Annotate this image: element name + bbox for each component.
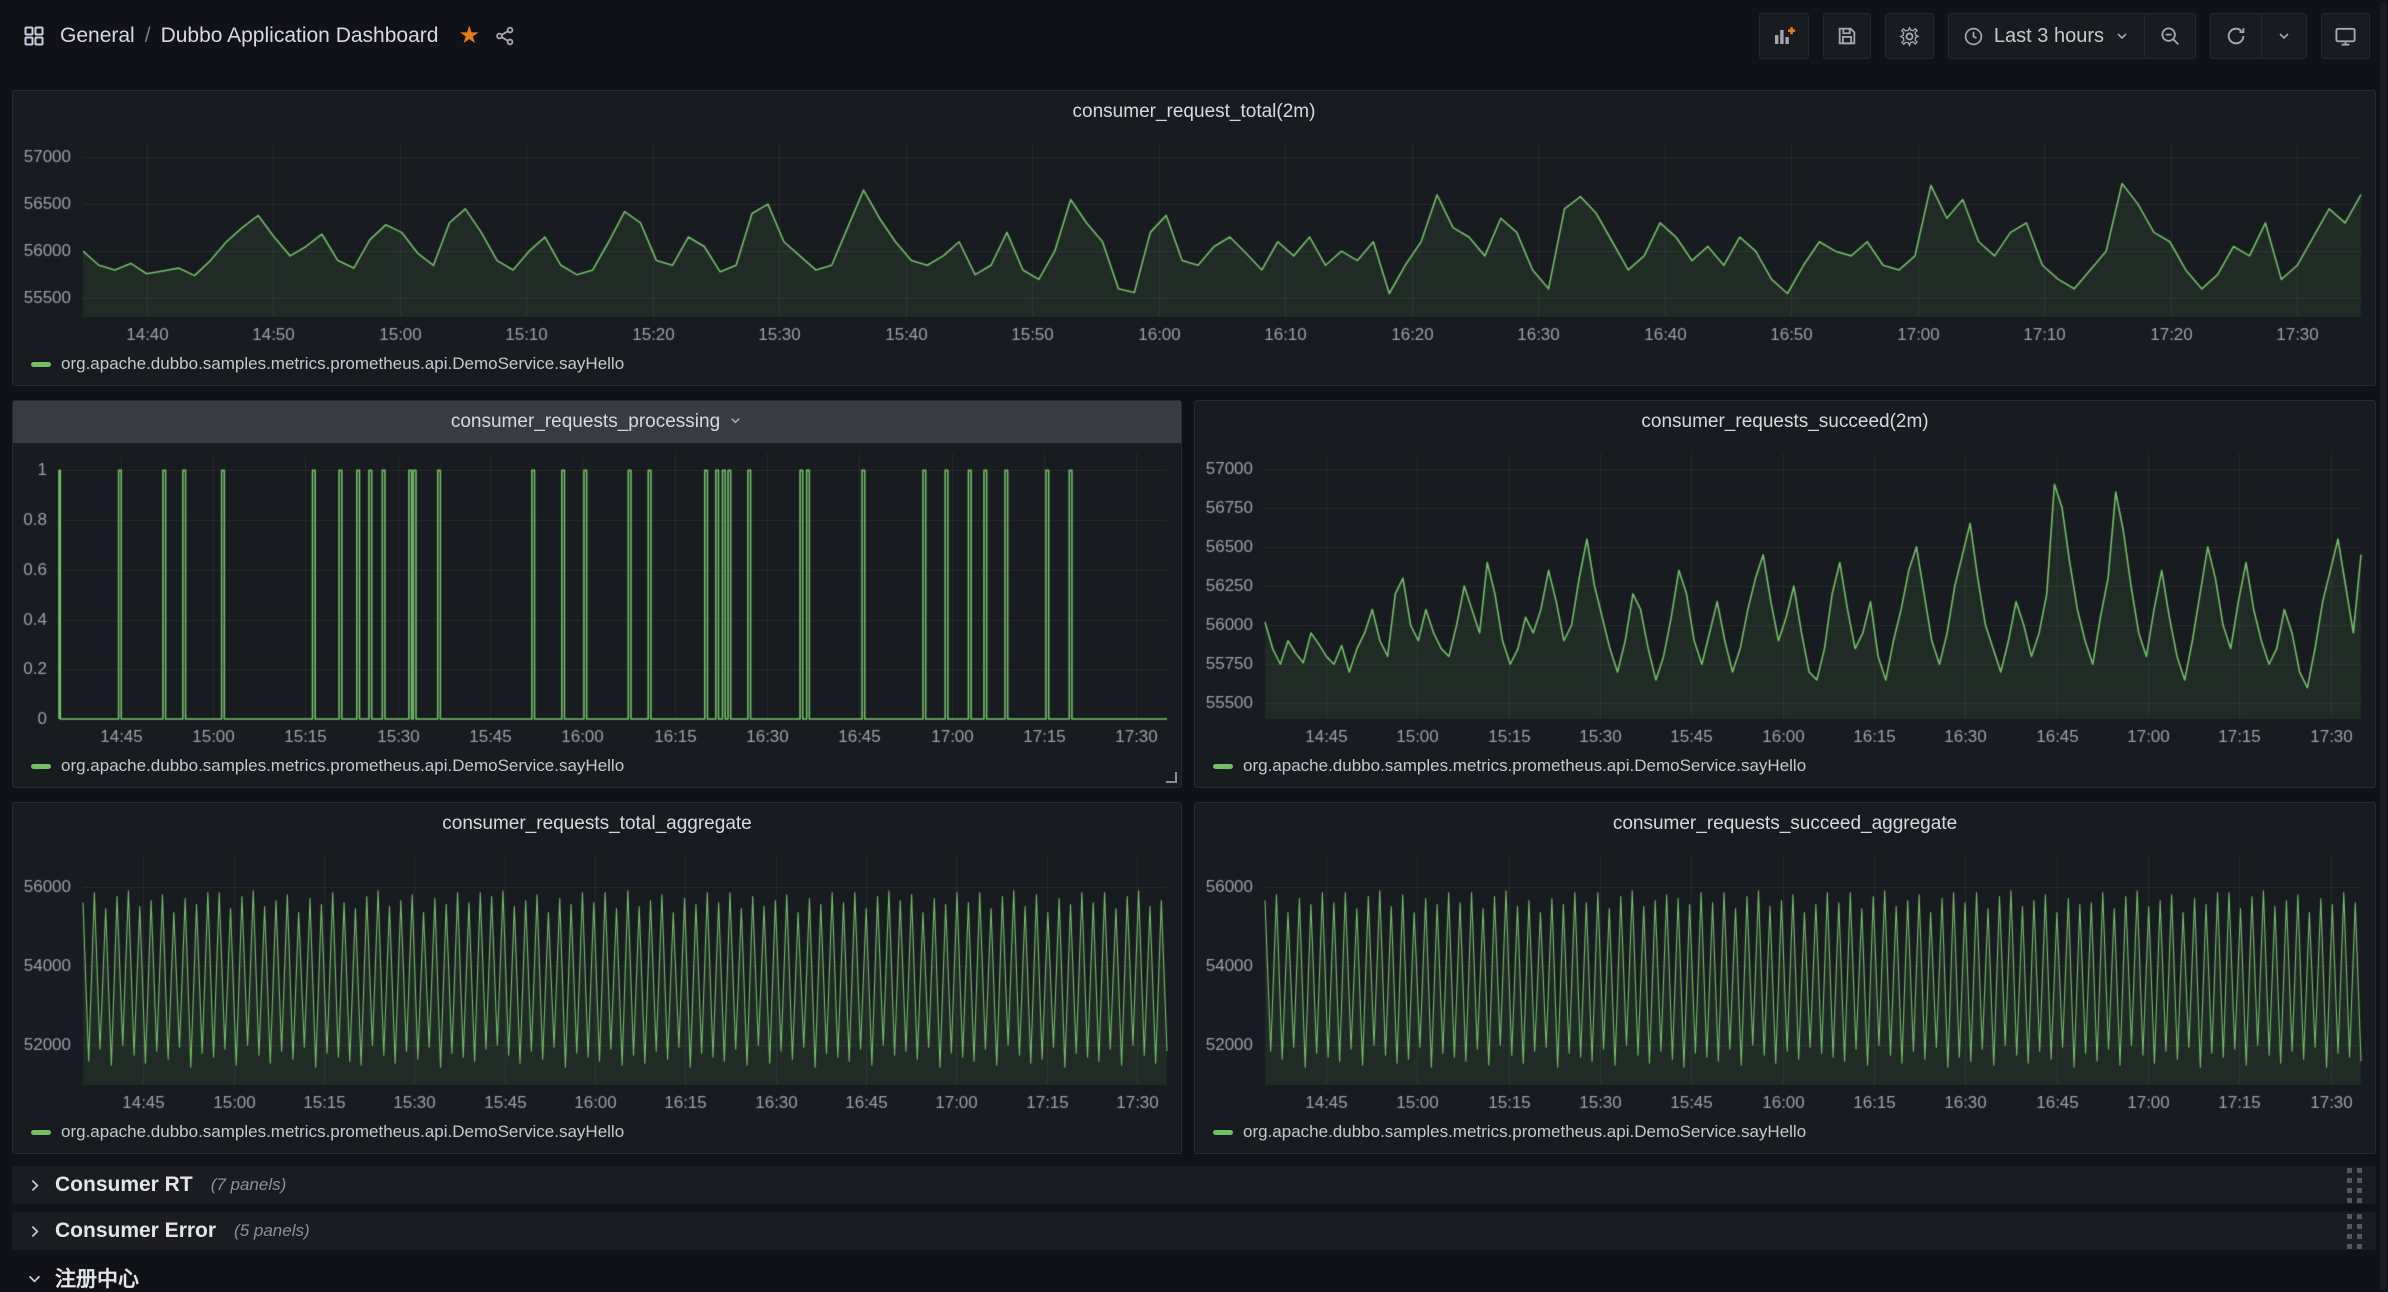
- row-drag-handle[interactable]: [2347, 1214, 2362, 1249]
- plot-area: [13, 443, 1181, 753]
- row-consumer-error[interactable]: Consumer Error (5 panels): [12, 1212, 2376, 1250]
- save-icon: [1836, 25, 1858, 47]
- chevron-down-icon: [2276, 28, 2292, 44]
- apps-icon[interactable]: [22, 24, 46, 48]
- legend: org.apache.dubbo.samples.metrics.prometh…: [13, 1119, 1181, 1153]
- chevron-right-icon: [26, 1223, 43, 1240]
- chart-canvas-consumer-requests-succeed[interactable]: [1195, 443, 2375, 753]
- grafana-dashboard: General / Dubbo Application Dashboard ★: [0, 0, 2388, 1292]
- row-title[interactable]: Consumer RT: [55, 1173, 193, 1197]
- chevron-down-icon: [2114, 28, 2130, 44]
- panel-title[interactable]: consumer_requests_succeed(2m): [1641, 411, 1928, 433]
- zoom-out-time-button[interactable]: [2144, 14, 2195, 58]
- favorite-star-icon[interactable]: ★: [458, 24, 480, 48]
- row-title[interactable]: Consumer Error: [55, 1219, 216, 1243]
- legend: org.apache.dubbo.samples.metrics.prometh…: [1195, 1119, 2375, 1153]
- panel-consumer-requests-succeed: consumer_requests_succeed(2m) org.apache…: [1194, 400, 2376, 788]
- time-range-label: Last 3 hours: [1994, 25, 2104, 48]
- time-range-picker[interactable]: Last 3 hours: [1949, 14, 2144, 58]
- chart-canvas-consumer-requests-succeed-aggregate[interactable]: [1195, 845, 2375, 1119]
- add-panel-button[interactable]: [1759, 13, 1809, 59]
- time-range-group: Last 3 hours: [1948, 13, 2196, 59]
- plot-area: [1195, 443, 2375, 753]
- top-nav: General / Dubbo Application Dashboard ★: [0, 0, 2388, 72]
- panel-header-consumer-requests-total-aggregate[interactable]: consumer_requests_total_aggregate: [13, 803, 1181, 845]
- panel-consumer-requests-total-aggregate: consumer_requests_total_aggregate org.ap…: [12, 802, 1182, 1154]
- monitor-icon: [2334, 25, 2357, 48]
- plot-area: [1195, 845, 2375, 1119]
- panel-header-consumer-request-total[interactable]: consumer_request_total(2m): [13, 91, 2375, 133]
- panel-title[interactable]: consumer_request_total(2m): [1073, 101, 1316, 123]
- panel-consumer-requests-succeed-aggregate: consumer_requests_succeed_aggregate org.…: [1194, 802, 2376, 1154]
- refresh-icon: [2225, 25, 2247, 47]
- chevron-right-icon: [26, 1177, 43, 1194]
- row-drag-handle[interactable]: [2347, 1168, 2362, 1203]
- row-registry-center[interactable]: 注册中心: [12, 1258, 2376, 1292]
- chart-canvas-consumer-request-total[interactable]: [13, 133, 2375, 351]
- row-consumer-rt[interactable]: Consumer RT (7 panels): [12, 1166, 2376, 1204]
- panel-consumer-requests-processing: consumer_requests_processing org.apache.…: [12, 400, 1182, 788]
- panel-resize-handle[interactable]: [1166, 772, 1177, 783]
- clock-icon: [1963, 26, 1984, 47]
- row-panel-count: (7 panels): [211, 1175, 287, 1195]
- chevron-down-icon: [26, 1270, 43, 1287]
- legend-series-label[interactable]: org.apache.dubbo.samples.metrics.prometh…: [61, 354, 624, 374]
- breadcrumb-section[interactable]: General: [60, 24, 135, 48]
- legend-series-label[interactable]: org.apache.dubbo.samples.metrics.prometh…: [1243, 756, 1806, 776]
- tv-mode-button[interactable]: [2321, 13, 2370, 59]
- legend: org.apache.dubbo.samples.metrics.prometh…: [13, 351, 2375, 385]
- legend-series-marker: [1213, 1130, 1233, 1135]
- legend: org.apache.dubbo.samples.metrics.prometh…: [13, 753, 1181, 787]
- share-icon[interactable]: [494, 25, 516, 47]
- add-panel-icon: [1772, 24, 1796, 48]
- legend-series-marker: [31, 1130, 51, 1135]
- legend-series-marker: [31, 764, 51, 769]
- refresh-interval-dropdown[interactable]: [2261, 14, 2306, 58]
- plot-area: [13, 845, 1181, 1119]
- panel-title[interactable]: consumer_requests_processing: [451, 411, 720, 433]
- dashboard-settings-button[interactable]: [1885, 13, 1934, 59]
- panel-header-consumer-requests-succeed-aggregate[interactable]: consumer_requests_succeed_aggregate: [1195, 803, 2375, 845]
- panel-consumer-request-total: consumer_request_total(2m) org.apache.du…: [12, 90, 2376, 386]
- panel-header-consumer-requests-succeed[interactable]: consumer_requests_succeed(2m): [1195, 401, 2375, 443]
- page-title: Dubbo Application Dashboard: [161, 24, 439, 48]
- chart-canvas-consumer-requests-processing[interactable]: [13, 443, 1181, 753]
- gear-icon: [1898, 25, 1921, 48]
- save-dashboard-button[interactable]: [1823, 13, 1871, 59]
- breadcrumb: General / Dubbo Application Dashboard: [60, 24, 438, 48]
- refresh-button[interactable]: [2211, 14, 2261, 58]
- zoom-out-icon: [2159, 25, 2181, 47]
- chart-canvas-consumer-requests-total-aggregate[interactable]: [13, 845, 1181, 1119]
- legend: org.apache.dubbo.samples.metrics.prometh…: [1195, 753, 2375, 787]
- refresh-group: [2210, 13, 2307, 59]
- panel-title[interactable]: consumer_requests_total_aggregate: [442, 813, 751, 835]
- legend-series-marker: [1213, 764, 1233, 769]
- legend-series-marker: [31, 362, 51, 367]
- legend-series-label[interactable]: org.apache.dubbo.samples.metrics.prometh…: [61, 756, 624, 776]
- breadcrumb-separator: /: [145, 24, 151, 48]
- row-title[interactable]: 注册中心: [55, 1263, 139, 1292]
- panel-header-consumer-requests-processing[interactable]: consumer_requests_processing: [13, 401, 1181, 443]
- legend-series-label[interactable]: org.apache.dubbo.samples.metrics.prometh…: [1243, 1122, 1806, 1142]
- plot-area: [13, 133, 2375, 351]
- panel-menu-chevron-icon[interactable]: [728, 413, 743, 433]
- row-panel-count: (5 panels): [234, 1221, 310, 1241]
- panel-title[interactable]: consumer_requests_succeed_aggregate: [1613, 813, 1957, 835]
- legend-series-label[interactable]: org.apache.dubbo.samples.metrics.prometh…: [61, 1122, 624, 1142]
- scrollbar[interactable]: [2380, 2, 2387, 1290]
